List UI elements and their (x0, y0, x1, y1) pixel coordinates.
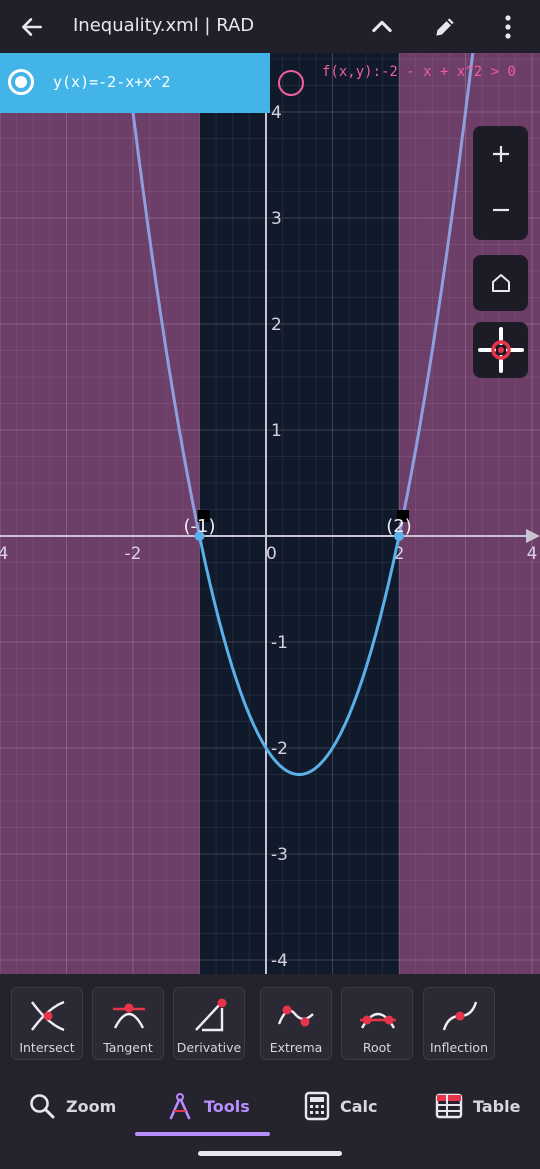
root-label: (-1) (184, 516, 216, 537)
inflection-icon (442, 1001, 478, 1031)
nav-tools[interactable]: Tools (166, 1074, 250, 1138)
tangent-icon (113, 1003, 145, 1029)
tool-extrema-label: Extrema (269, 1040, 323, 1055)
x-tick-label: -2 (125, 544, 142, 564)
y-tick-label: -2 (271, 739, 288, 759)
intersect-icon (31, 1000, 65, 1032)
function-expression: y(x)=-2-x+x^2 (53, 73, 171, 91)
locate-button[interactable] (473, 322, 528, 378)
tools-panel: Intersect Tangent Derivative Extrema Roo… (0, 974, 540, 1074)
nav-zoom-label: Zoom (66, 1096, 117, 1116)
tool-extrema[interactable]: Extrema (260, 987, 332, 1060)
pencil-edit-icon[interactable] (425, 8, 465, 46)
compass-tools-icon (169, 1093, 191, 1120)
chevron-up-icon[interactable] (362, 8, 402, 46)
calculator-icon (304, 1091, 330, 1121)
x-tick-label: -4 (0, 544, 8, 564)
y-tick-label: 2 (271, 315, 282, 335)
tool-derivative[interactable]: Derivative (173, 987, 245, 1060)
inequality-expression[interactable]: f(x,y):-2 - x + x^2 > 0 (322, 64, 532, 81)
root-label: (2) (386, 516, 412, 537)
tool-inflection-label: Inflection (430, 1040, 488, 1055)
nav-calc[interactable]: Calc (304, 1074, 378, 1138)
home-icon (473, 255, 528, 311)
function-radio-icon[interactable] (8, 69, 34, 95)
nav-calc-label: Calc (340, 1096, 378, 1116)
tool-root[interactable]: Root (341, 987, 413, 1060)
home-button[interactable] (473, 255, 528, 311)
x-tick-label: 4 (527, 544, 538, 564)
top-app-bar: Inequality.xml | RAD (0, 0, 540, 53)
y-tick-label: 1 (271, 421, 282, 441)
crosshair-target-icon (473, 322, 528, 378)
y-tick-label: -4 (271, 951, 288, 971)
extrema-icon (277, 1005, 314, 1027)
zoom-in-icon[interactable] (473, 126, 528, 182)
more-vert-icon[interactable] (488, 8, 528, 46)
tool-derivative-label: Derivative (176, 1040, 242, 1055)
magnifier-icon (30, 1094, 55, 1119)
zoom-out-icon[interactable] (473, 182, 528, 238)
y-tick-label: 4 (271, 103, 282, 123)
inequality-radio-icon[interactable] (278, 70, 304, 96)
bottom-navigation: Zoom Tools Calc Table (0, 1074, 540, 1169)
tool-intersect-label: Intersect (19, 1040, 75, 1055)
nav-zoom[interactable]: Zoom (28, 1074, 116, 1138)
nav-table-label: Table (473, 1096, 521, 1116)
nav-table[interactable]: Table (435, 1074, 520, 1138)
system-home-bar[interactable] (198, 1151, 342, 1156)
back-arrow-icon[interactable] (12, 8, 52, 46)
zoom-controls (473, 126, 528, 240)
root-icon (360, 1012, 396, 1029)
tool-intersect[interactable]: Intersect (11, 987, 83, 1060)
tool-tangent-label: Tangent (103, 1040, 153, 1055)
y-tick-label: -1 (271, 633, 288, 653)
page-title: Inequality.xml | RAD (73, 15, 255, 36)
active-tab-indicator (135, 1132, 270, 1136)
x-tick-label: 0 (266, 544, 277, 564)
derivative-icon (195, 998, 227, 1032)
tool-tangent[interactable]: Tangent (92, 987, 164, 1060)
nav-tools-label: Tools (204, 1096, 250, 1116)
y-tick-label: 3 (271, 209, 282, 229)
y-tick-label: -3 (271, 845, 288, 865)
tool-inflection[interactable]: Inflection (423, 987, 495, 1060)
function-entry[interactable]: y(x)=-2-x+x^2 (0, 53, 270, 113)
table-icon (435, 1093, 463, 1119)
tool-root-label: Root (362, 1040, 392, 1055)
